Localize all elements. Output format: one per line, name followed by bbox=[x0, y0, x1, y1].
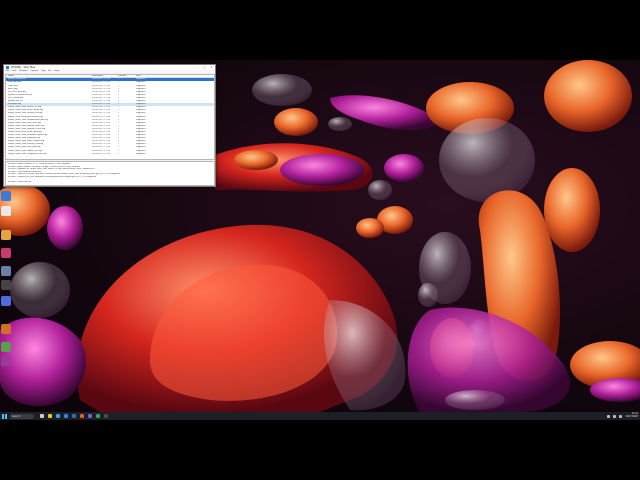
system-tray: 11:10 10/17/2023 bbox=[607, 413, 638, 418]
desktop-app-icon[interactable] bbox=[1, 191, 11, 201]
app-icon[interactable] bbox=[96, 414, 100, 418]
chevron-up-icon[interactable] bbox=[607, 414, 611, 418]
menu-bar: File Edit Disassm Options Reg Ext Help bbox=[4, 70, 215, 73]
app-icon[interactable] bbox=[80, 414, 84, 418]
menu-disassm[interactable]: Disassm bbox=[19, 70, 27, 73]
command-prompt[interactable]: SVS(MS)> Select(sm.no) bbox=[8, 181, 212, 184]
cell-name: Purple_stone_task_temporary_files.log bbox=[8, 152, 47, 155]
desktop-app-icon[interactable] bbox=[1, 324, 11, 334]
taskbar-search[interactable]: Search bbox=[10, 413, 34, 419]
mail-icon[interactable] bbox=[72, 414, 76, 418]
app-icon[interactable] bbox=[88, 414, 92, 418]
desktop-app-icon[interactable] bbox=[1, 248, 11, 258]
menu-help[interactable]: Help bbox=[54, 70, 59, 73]
table-row[interactable]: Purple_stone_task_temporary_files.log 202… bbox=[6, 153, 214, 156]
desktop-app-icon[interactable] bbox=[1, 280, 11, 290]
store-icon[interactable] bbox=[64, 414, 68, 418]
clock[interactable]: 11:10 10/17/2023 bbox=[625, 413, 638, 418]
search-label: Search bbox=[12, 414, 21, 418]
desktop: SVS(MS) - Stop Files – □ ✕ File Edit Dis… bbox=[0, 60, 640, 420]
file-list[interactable]: Name Lastmodify Size(kb) Note Ryobot_scr… bbox=[5, 74, 215, 160]
desktop-app-icon[interactable] bbox=[1, 342, 11, 352]
network-icon[interactable] bbox=[613, 414, 617, 418]
volume-icon[interactable] bbox=[619, 414, 623, 418]
task-view-icon[interactable] bbox=[40, 414, 44, 418]
start-button[interactable] bbox=[2, 413, 7, 419]
browser-icon[interactable] bbox=[56, 414, 60, 418]
desktop-app-icon[interactable] bbox=[1, 266, 11, 276]
menu-file[interactable]: File bbox=[6, 70, 9, 73]
desktop-app-icon[interactable] bbox=[1, 230, 11, 240]
menu-options[interactable]: Options bbox=[31, 70, 39, 73]
terminal-icon[interactable] bbox=[104, 414, 108, 418]
maximize-icon[interactable]: □ bbox=[203, 66, 206, 69]
desktop-app-icon[interactable] bbox=[1, 356, 11, 366]
svs-window[interactable]: SVS(MS) - Stop Files – □ ✕ File Edit Dis… bbox=[3, 64, 216, 187]
log-output[interactable]: SVS(MS) Loaded (Version 3.13) - Fixed al… bbox=[5, 161, 215, 186]
cell-size: 1 bbox=[118, 152, 120, 155]
column-header-name[interactable]: Name bbox=[6, 75, 92, 77]
close-icon[interactable]: ✕ bbox=[210, 66, 213, 69]
menu-reg[interactable]: Reg bbox=[41, 70, 45, 73]
desktop-app-icon[interactable] bbox=[1, 296, 11, 306]
column-header-size[interactable]: Size(kb) bbox=[118, 75, 136, 77]
minimize-icon[interactable]: – bbox=[196, 66, 199, 69]
column-header-lastmodify[interactable]: Lastmodify bbox=[92, 75, 118, 77]
file-explorer-icon[interactable] bbox=[48, 414, 52, 418]
window-title: SVS(MS) - Stop Files bbox=[11, 66, 35, 69]
taskbar: Search 11:10 10/17/2023 bbox=[0, 412, 640, 420]
menu-ext[interactable]: Ext bbox=[48, 70, 51, 73]
column-header-note[interactable]: Note bbox=[136, 75, 196, 77]
cell-lastmodify: 2023-10-17 11:10 bbox=[92, 152, 111, 155]
menu-edit[interactable]: Edit bbox=[12, 70, 16, 73]
clock-date: 10/17/2023 bbox=[625, 415, 638, 418]
cell-note: Fragment bbox=[136, 152, 146, 155]
desktop-app-icon[interactable] bbox=[1, 206, 11, 216]
app-icon bbox=[6, 66, 9, 69]
